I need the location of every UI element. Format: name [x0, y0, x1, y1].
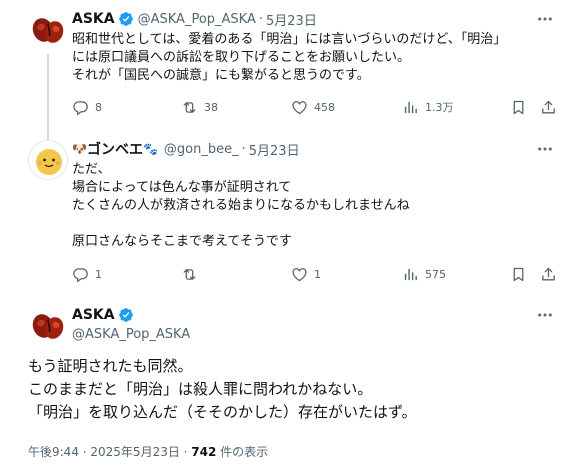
tweet-header: 🐶 ゴンベエ 🐾 @gon_bee_ · 5月23日 [72, 139, 300, 159]
tweet-line: 場合によっては色んな事が証明されて [72, 180, 292, 195]
username[interactable]: @ASKA_Pop_ASKA [72, 327, 190, 342]
bookmark-icon [510, 99, 527, 116]
share-button[interactable] [540, 97, 557, 117]
more-icon[interactable] [535, 139, 555, 159]
share-icon [540, 266, 557, 283]
views-button[interactable]: 575 [402, 264, 446, 284]
thread-line [47, 54, 49, 140]
repost-count: 38 [204, 100, 218, 114]
reply-count: 8 [95, 100, 102, 114]
separator: · [258, 11, 264, 27]
like-count: 458 [314, 100, 335, 114]
tweet-line: このままだと「明治」は殺人罪に問われかねない。 [28, 380, 373, 398]
timestamp[interactable]: 午後9:44 · 2025年5月23日 · [28, 445, 191, 459]
reply-icon [72, 266, 89, 283]
timestamp[interactable]: 5月23日 [266, 10, 317, 29]
views-count: 575 [425, 267, 446, 281]
tweet-line: 「明治」を取り込んだ（そそのかした）存在がいたはず。 [28, 403, 417, 421]
username-row: @ASKA_Pop_ASKA [72, 325, 190, 343]
separator: · [241, 141, 246, 157]
bookmark-button[interactable] [510, 97, 527, 117]
dog-emoji-icon: 🐶 [72, 142, 87, 156]
tweet-line: たくさんの人が救済される始まりになるかもしれませんね [72, 198, 410, 213]
like-icon [291, 99, 308, 116]
tweet-header: ASKA @ASKA_Pop_ASKA · 5月23日 [72, 9, 317, 29]
views-icon [402, 266, 419, 283]
bookmark-icon [510, 266, 527, 283]
username[interactable]: @ASKA_Pop_ASKA [138, 12, 256, 27]
tweet-line: ただ、 [72, 162, 111, 177]
views-label: 件の表示 [216, 445, 269, 459]
tweet-metadata: 午後9:44 · 2025年5月23日 · 742 件の表示 [28, 443, 268, 460]
display-name[interactable]: ASKA [72, 307, 115, 323]
tweet-text: もう証明されたも同然。 このままだと「明治」は殺人罪に問われかねない。 「明治」… [28, 355, 417, 424]
views-count: 742 [191, 445, 217, 459]
tweet-line: それが「国民への誠意」にも繋がると思うのです。 [72, 68, 370, 83]
tweet-text: ただ、 場合によっては色んな事が証明されて たくさんの人が救済される始まりになる… [72, 161, 410, 251]
verified-badge-icon [118, 307, 134, 323]
timestamp[interactable]: 5月23日 [249, 140, 300, 159]
tweet-text: 昭和世代としては、愛着のある「明治」には言いづらいのだけど、「明治」 には原口議… [72, 31, 506, 85]
more-icon[interactable] [535, 305, 555, 325]
tweet-1[interactable]: ASKA @ASKA_Pop_ASKA · 5月23日 昭和世代としては、愛着の… [0, 0, 569, 140]
bookmark-button[interactable] [510, 264, 527, 284]
tweet-2[interactable]: 🐶 ゴンベエ 🐾 @gon_bee_ · 5月23日 ただ、 場合によっては色ん… [0, 136, 569, 296]
like-count: 1 [314, 267, 321, 281]
share-icon [540, 99, 557, 116]
display-name[interactable]: ASKA [72, 11, 115, 27]
share-button[interactable] [540, 264, 557, 284]
views-count: 1.3万 [425, 101, 454, 114]
repost-button[interactable]: 38 [181, 97, 218, 117]
avatar[interactable] [28, 140, 68, 180]
verified-badge-icon [118, 11, 134, 27]
reply-button[interactable]: 1 [72, 264, 102, 284]
repost-icon [181, 99, 198, 116]
username[interactable]: @gon_bee_ [164, 142, 239, 157]
main-tweet: ASKA @ASKA_Pop_ASKA もう証明されたも同然。 このままだと「明… [0, 300, 569, 472]
paw-emoji-icon: 🐾 [142, 142, 158, 156]
reply-count: 1 [95, 267, 102, 281]
tweet-line: には原口議員への訴訟を取り下げることをお願いしたい。 [72, 50, 411, 65]
tweet-header: ASKA [72, 305, 138, 325]
like-button[interactable]: 1 [291, 264, 321, 284]
repost-icon [181, 266, 198, 283]
action-bar: 8 38 458 1.3万 [72, 97, 552, 117]
action-bar: 1 1 575 [72, 264, 552, 284]
tweet-line [72, 215, 410, 233]
display-name[interactable]: ゴンベエ [87, 139, 143, 159]
like-button[interactable]: 458 [291, 97, 335, 117]
avatar[interactable] [28, 306, 68, 346]
reply-button[interactable]: 8 [72, 97, 102, 117]
views-icon [402, 99, 419, 116]
more-icon[interactable] [535, 9, 555, 29]
like-icon [291, 266, 308, 283]
avatar[interactable] [28, 10, 68, 50]
tweet-line: 昭和世代としては、愛着のある「明治」には言いづらいのだけど、「明治」 [72, 32, 507, 47]
views-button[interactable]: 1.3万 [402, 97, 454, 117]
tweet-line: もう証明されたも同然。 [28, 357, 193, 375]
reply-icon [72, 99, 89, 116]
tweet-line: 原口さんならそこまで考えてそうです [72, 234, 292, 249]
repost-button[interactable] [181, 264, 204, 284]
